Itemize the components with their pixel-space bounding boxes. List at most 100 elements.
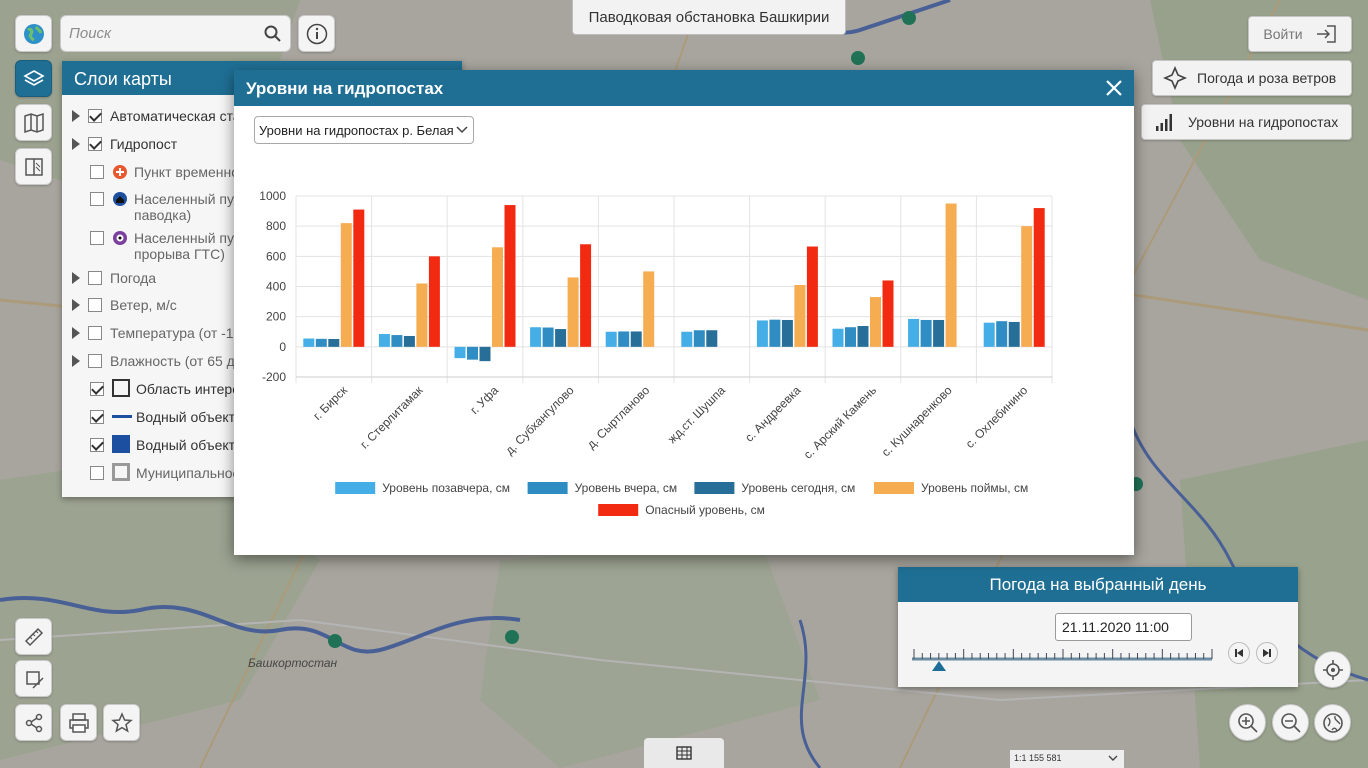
chart-bar[interactable] bbox=[454, 346, 466, 359]
layer-item[interactable]: Пункт временно bbox=[90, 164, 239, 180]
layer-checkbox[interactable] bbox=[90, 165, 104, 179]
locate-button[interactable] bbox=[1314, 651, 1351, 688]
chart-bar[interactable] bbox=[870, 297, 881, 347]
layer-checkbox[interactable] bbox=[90, 410, 104, 424]
basemap-button[interactable] bbox=[15, 104, 52, 141]
legend-swatch[interactable] bbox=[694, 482, 735, 494]
layer-item[interactable]: Гидропост bbox=[72, 136, 177, 152]
chart-bar[interactable] bbox=[340, 223, 352, 347]
close-icon[interactable] bbox=[1104, 78, 1124, 98]
area-measure-button[interactable] bbox=[15, 660, 52, 697]
chart-bar[interactable] bbox=[706, 330, 718, 347]
chart-bar[interactable] bbox=[857, 326, 869, 347]
chart-bar[interactable] bbox=[832, 328, 844, 347]
chart-bar[interactable] bbox=[630, 331, 642, 347]
gauge-levels-button[interactable]: Уровни на гидропостах bbox=[1141, 104, 1352, 140]
chart-bar[interactable] bbox=[542, 327, 554, 347]
chart-bar[interactable] bbox=[618, 331, 630, 347]
chart-bar[interactable] bbox=[391, 335, 403, 347]
chart-bar[interactable] bbox=[353, 209, 365, 347]
info-button[interactable] bbox=[298, 15, 335, 52]
chart-bar[interactable] bbox=[328, 338, 340, 347]
expand-arrow-icon[interactable] bbox=[72, 355, 80, 367]
print-button[interactable] bbox=[60, 704, 97, 741]
chart-bar[interactable] bbox=[794, 284, 806, 347]
chart-bar[interactable] bbox=[845, 327, 856, 347]
chart-bar[interactable] bbox=[945, 203, 957, 347]
legend-label[interactable]: Уровень позавчера, см bbox=[382, 481, 510, 495]
search-box[interactable]: Поиск bbox=[60, 15, 291, 52]
chart-bar[interactable] bbox=[882, 280, 894, 347]
search-icon[interactable] bbox=[264, 25, 282, 43]
layer-checkbox[interactable] bbox=[88, 109, 102, 123]
chart-bar[interactable] bbox=[504, 205, 516, 347]
chart-bar[interactable] bbox=[428, 256, 440, 347]
chart-bar[interactable] bbox=[643, 271, 655, 347]
step-back-button[interactable] bbox=[1228, 642, 1250, 664]
chart-bar[interactable] bbox=[580, 244, 592, 347]
layer-checkbox[interactable] bbox=[88, 271, 102, 285]
chart-bar[interactable] bbox=[756, 320, 768, 347]
layers-button[interactable] bbox=[15, 60, 52, 97]
layer-checkbox[interactable] bbox=[90, 231, 104, 245]
chart-bar[interactable] bbox=[908, 318, 920, 347]
legend-label[interactable]: Уровень сегодня, см bbox=[741, 481, 855, 495]
layer-item[interactable]: Область интерес bbox=[90, 379, 247, 397]
legend-label[interactable]: Опасный уровень, см bbox=[645, 503, 765, 517]
favorite-button[interactable] bbox=[103, 704, 140, 741]
chart-bar[interactable] bbox=[1021, 226, 1033, 347]
layer-checkbox[interactable] bbox=[90, 438, 104, 452]
weather-rose-button[interactable]: Погода и роза ветров bbox=[1152, 60, 1352, 96]
legend-swatch[interactable] bbox=[335, 482, 376, 494]
chart-bar[interactable] bbox=[983, 322, 995, 347]
slider-handle[interactable] bbox=[932, 661, 946, 671]
chart-bar[interactable] bbox=[1033, 208, 1045, 347]
table-toggle-button[interactable] bbox=[644, 738, 724, 768]
chart-bar[interactable] bbox=[378, 334, 390, 347]
layer-checkbox[interactable] bbox=[90, 466, 104, 480]
chart-bar[interactable] bbox=[605, 331, 617, 347]
step-forward-button[interactable] bbox=[1256, 642, 1278, 664]
globe-button[interactable] bbox=[15, 15, 52, 52]
chart-bar[interactable] bbox=[303, 338, 315, 347]
layer-item[interactable]: Автоматическая ста bbox=[72, 108, 241, 124]
search-input[interactable]: Поиск bbox=[69, 25, 264, 42]
chart-bar[interactable] bbox=[693, 330, 705, 347]
chart-bar[interactable] bbox=[769, 319, 781, 347]
chart-bar[interactable] bbox=[1008, 321, 1020, 347]
expand-arrow-icon[interactable] bbox=[72, 327, 80, 339]
compare-button[interactable] bbox=[15, 148, 52, 185]
layer-item[interactable]: Погода bbox=[72, 270, 156, 286]
expand-arrow-icon[interactable] bbox=[72, 138, 80, 150]
layer-checkbox[interactable] bbox=[88, 137, 102, 151]
login-button[interactable]: Войти bbox=[1248, 16, 1352, 52]
layer-item[interactable]: Температура (от -14 bbox=[72, 325, 241, 341]
chevron-down-icon[interactable] bbox=[1108, 754, 1118, 762]
legend-label[interactable]: Уровень вчера, см bbox=[575, 481, 678, 495]
legend-swatch[interactable] bbox=[598, 504, 639, 516]
layer-checkbox[interactable] bbox=[88, 298, 102, 312]
layer-checkbox[interactable] bbox=[90, 382, 104, 396]
measure-button[interactable] bbox=[15, 618, 52, 655]
layer-item[interactable]: Водный объект ( bbox=[90, 435, 244, 453]
layer-checkbox[interactable] bbox=[88, 326, 102, 340]
chart-bar[interactable] bbox=[479, 346, 491, 362]
layer-item[interactable]: Муниципальное bbox=[90, 463, 240, 481]
layer-checkbox[interactable] bbox=[90, 192, 104, 206]
zoom-out-button[interactable] bbox=[1272, 704, 1309, 741]
time-slider[interactable] bbox=[912, 647, 1216, 673]
chart-bar[interactable] bbox=[920, 319, 932, 347]
chart-bar[interactable] bbox=[530, 327, 542, 347]
chart-bar[interactable] bbox=[467, 346, 478, 360]
chart-bar[interactable] bbox=[416, 283, 428, 347]
expand-arrow-icon[interactable] bbox=[72, 110, 80, 122]
layer-item[interactable]: Населенный пун паводка) bbox=[90, 191, 242, 223]
date-field[interactable]: 21.11.2020 11:00 bbox=[1055, 613, 1192, 641]
expand-arrow-icon[interactable] bbox=[72, 299, 80, 311]
layer-checkbox[interactable] bbox=[88, 354, 102, 368]
chart-bar[interactable] bbox=[806, 246, 818, 347]
legend-label[interactable]: Уровень поймы, см bbox=[921, 481, 1028, 495]
chart-bar[interactable] bbox=[555, 329, 567, 347]
full-extent-button[interactable] bbox=[1314, 704, 1351, 741]
layer-item[interactable]: Населенный пун прорыва ГТС) bbox=[90, 230, 242, 262]
